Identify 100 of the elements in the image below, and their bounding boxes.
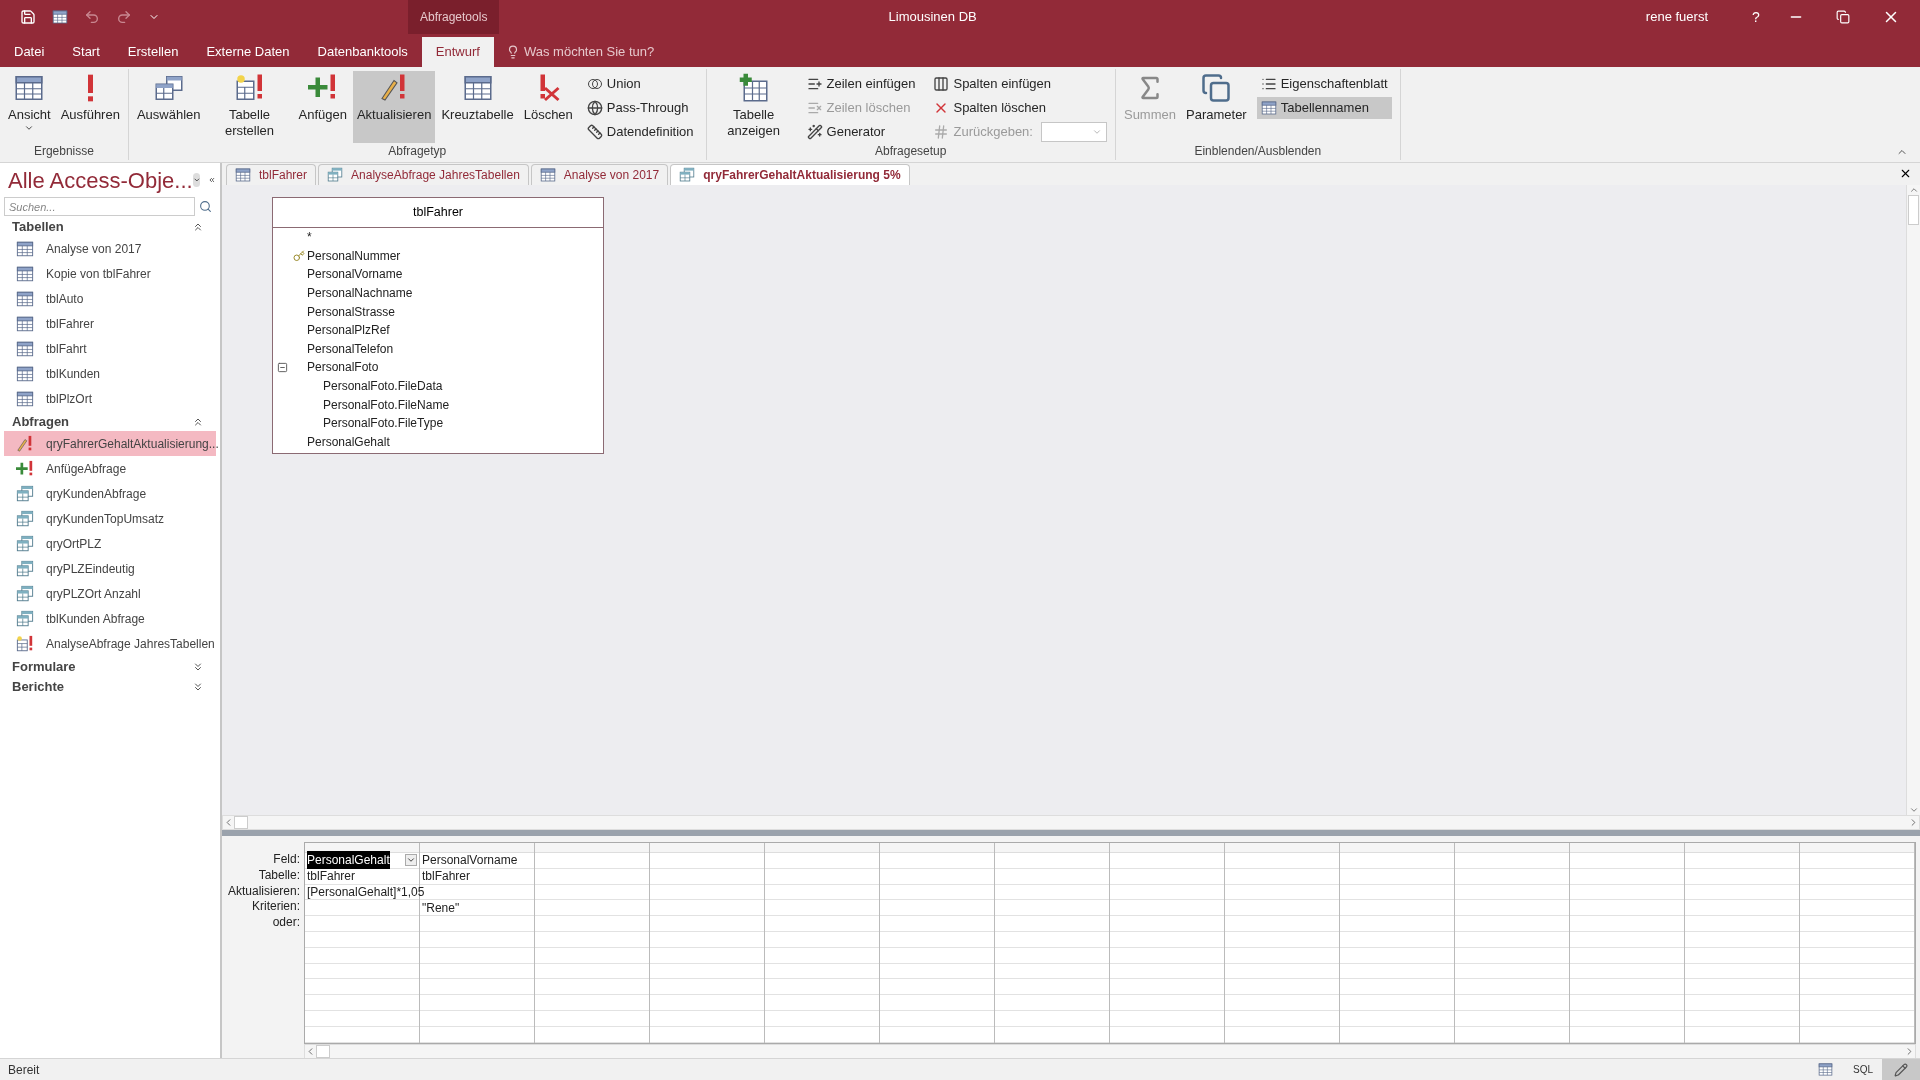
redo-icon[interactable] bbox=[116, 9, 132, 25]
ribbon-button[interactable]: Spalten löschen bbox=[929, 97, 1107, 119]
document-tab[interactable]: qryFahrerGehaltAktualisierung 5% bbox=[670, 164, 910, 185]
group-header[interactable]: Berichte bbox=[12, 676, 192, 697]
expand-icon[interactable] bbox=[192, 660, 204, 673]
sql-view-button[interactable]: SQL bbox=[1844, 1058, 1882, 1080]
field-name[interactable]: PersonalNachname bbox=[306, 284, 413, 303]
nav-item[interactable]: tblKunden bbox=[4, 361, 216, 386]
field-name[interactable]: PersonalFoto bbox=[306, 358, 379, 377]
field-name[interactable]: PersonalStrasse bbox=[306, 302, 396, 321]
nav-item[interactable]: qryFahrerGehaltAktualisierung... bbox=[4, 431, 216, 456]
close-icon[interactable] bbox=[1899, 167, 1912, 180]
field-name[interactable]: PersonalTelefon bbox=[306, 339, 394, 358]
ribbon-button[interactable]: Spalten einfügen bbox=[929, 73, 1107, 95]
group-header[interactable]: Abfragen bbox=[12, 411, 192, 432]
nav-item[interactable]: Kopie von tblFahrer bbox=[4, 261, 216, 286]
dropdown-field[interactable] bbox=[1040, 122, 1107, 142]
search-icon[interactable] bbox=[199, 200, 212, 213]
grid-cell[interactable]: tblFahrer bbox=[422, 867, 471, 886]
list-icon bbox=[1260, 76, 1277, 92]
ribbon-tab[interactable]: Externe Daten bbox=[192, 37, 304, 67]
ribbon-button[interactable]: Eigenschaftenblatt bbox=[1256, 73, 1392, 95]
ribbon-button[interactable]: Ausführen bbox=[56, 71, 124, 143]
field-name[interactable]: PersonalVorname bbox=[306, 265, 403, 284]
scroll-thumb[interactable] bbox=[316, 1044, 330, 1058]
grid-cell[interactable]: PersonalGehalt bbox=[307, 851, 390, 870]
nav-item[interactable]: qryKundenAbfrage bbox=[4, 481, 216, 506]
scroll-up-icon[interactable] bbox=[1908, 185, 1919, 195]
delete-rows-icon bbox=[806, 100, 823, 116]
document-tab[interactable]: AnalyseAbfrage JahresTabellen bbox=[318, 164, 529, 185]
nav-item[interactable]: qryKundenTopUmsatz bbox=[4, 506, 216, 531]
undo-icon[interactable] bbox=[84, 9, 100, 25]
table-window[interactable]: tblFahrer * PersonalNummer PersonalVorname PersonalNachname PersonalStrasse PersonalPlzRef PersonalTelefon PersonalFoto PersonalFoto.FileData PersonalFoto.FileName PersonalFoto.FileType PersonalGehalt bbox=[272, 197, 604, 455]
ribbon-tab[interactable]: Datei bbox=[0, 37, 59, 67]
document-tab[interactable]: Analyse von 2017 bbox=[530, 164, 669, 185]
nav-item[interactable]: AnfügeAbfrage bbox=[4, 456, 216, 481]
nav-item[interactable]: tblAuto bbox=[4, 286, 216, 311]
document-tab[interactable]: tblFahrer bbox=[226, 164, 317, 185]
nav-item[interactable]: tblPlzOrt bbox=[4, 386, 216, 411]
field-name[interactable]: PersonalPlzRef bbox=[306, 321, 390, 340]
search-field[interactable]: Suchen... bbox=[4, 197, 195, 216]
nav-item[interactable]: qryPLZEindeutig bbox=[4, 556, 216, 581]
ribbon-button[interactable]: Auswählen bbox=[132, 71, 205, 143]
group-header[interactable]: Tabellen bbox=[12, 216, 192, 237]
design-view-button[interactable] bbox=[1882, 1058, 1920, 1080]
ribbon-button[interactable]: Pass-Through bbox=[582, 97, 698, 119]
scroll-thumb[interactable] bbox=[234, 816, 248, 829]
table-icon bbox=[16, 389, 34, 408]
collapse-icon[interactable] bbox=[276, 361, 288, 373]
field-name[interactable]: * bbox=[306, 228, 312, 247]
group-header[interactable]: Formulare bbox=[12, 656, 192, 677]
save-icon[interactable] bbox=[20, 9, 36, 25]
ribbon-tab[interactable]: Start bbox=[58, 37, 114, 67]
nav-item[interactable]: tblFahrer bbox=[4, 311, 216, 336]
nav-item[interactable]: tblFahrt bbox=[4, 336, 216, 361]
field-name[interactable]: PersonalFoto.FileType bbox=[306, 414, 444, 433]
help-button[interactable]: ? bbox=[1736, 6, 1776, 28]
horizontal-scrollbar[interactable] bbox=[222, 815, 1920, 830]
ribbon-button[interactable]: Ansicht bbox=[4, 71, 55, 143]
vertical-scrollbar[interactable] bbox=[1906, 185, 1920, 815]
expand-icon[interactable] bbox=[192, 680, 204, 693]
ribbon-button[interactable]: Kreuztabelle bbox=[437, 71, 518, 143]
dropdown-icon[interactable] bbox=[192, 173, 201, 187]
field-name[interactable]: PersonalNummer bbox=[306, 246, 401, 265]
ribbon-button[interactable]: Tabelle anzeigen bbox=[710, 71, 797, 143]
plus-exclamation-icon bbox=[16, 459, 34, 478]
field-name[interactable]: PersonalFoto.FileName bbox=[306, 395, 450, 414]
nav-item[interactable]: Analyse von 2017 bbox=[4, 236, 216, 261]
nav-item[interactable]: tblKunden Abfrage bbox=[4, 606, 216, 631]
grid-cell[interactable]: PersonalVorname bbox=[422, 851, 518, 870]
table-icon bbox=[539, 167, 556, 183]
ribbon-button[interactable]: Anfügen bbox=[294, 71, 351, 143]
field-name[interactable]: PersonalFoto.FileData bbox=[306, 377, 443, 396]
ribbon-button[interactable]: Union bbox=[582, 73, 698, 95]
dropdown-icon[interactable] bbox=[405, 854, 417, 867]
nav-item[interactable]: AnalyseAbfrage JahresTabellen bbox=[4, 631, 216, 656]
row-label: Aktualisieren: bbox=[227, 883, 300, 900]
ribbon-tab[interactable]: Entwurf bbox=[421, 37, 494, 67]
ribbon-tab[interactable]: Erstellen bbox=[113, 37, 193, 67]
nav-item[interactable]: qryPLZOrt Anzahl bbox=[4, 581, 216, 606]
user-name: rene fuerst bbox=[1645, 8, 1708, 27]
ribbon-button[interactable]: Aktualisieren bbox=[352, 71, 436, 143]
datasheet-icon bbox=[14, 73, 45, 103]
field-name[interactable]: PersonalGehalt bbox=[306, 432, 390, 451]
ribbon-button[interactable]: Zeilen einfügen bbox=[802, 73, 920, 95]
restore-icon[interactable] bbox=[1836, 10, 1850, 24]
ribbon-button[interactable]: Datendefinition bbox=[582, 121, 698, 143]
ribbon-button[interactable]: Löschen bbox=[519, 71, 577, 143]
ribbon-button[interactable]: Parameter bbox=[1182, 71, 1251, 143]
ribbon-tab[interactable]: Datenbanktools bbox=[303, 37, 422, 67]
tell-me-field[interactable]: Was möchten Sie tun? bbox=[523, 42, 655, 62]
ribbon-button[interactable]: Tabellennamen bbox=[1256, 97, 1392, 119]
grid-cell[interactable]: tblFahrer bbox=[307, 867, 356, 886]
nav-item[interactable]: qryOrtPLZ bbox=[4, 531, 216, 556]
ribbon-button[interactable]: Tabelle erstellen bbox=[206, 71, 293, 143]
grid-cell[interactable]: "Rene" bbox=[422, 898, 460, 917]
ribbon-button[interactable]: Generator bbox=[802, 121, 920, 143]
grid-cell[interactable]: [PersonalGehalt]*1,05 bbox=[307, 883, 425, 901]
scroll-thumb[interactable] bbox=[1908, 195, 1919, 225]
scroll-down-icon[interactable] bbox=[1908, 805, 1919, 815]
